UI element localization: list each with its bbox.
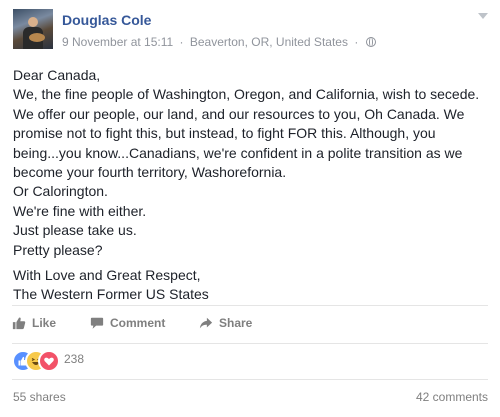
post-timestamp[interactable]: 9 November at 15:11: [62, 35, 173, 49]
meta-separator: ·: [354, 35, 359, 49]
meta-separator: ·: [179, 35, 184, 49]
post-body-line: Pretty please?: [13, 241, 103, 258]
avatar-figure-head: [28, 17, 38, 27]
post-body-line: Just please take us.: [13, 222, 137, 239]
heart-icon: [40, 352, 58, 370]
divider: [12, 379, 488, 380]
share-arrow-icon: [199, 317, 213, 329]
like-button[interactable]: Like: [12, 316, 56, 336]
post-body-line: Dear Canada,: [13, 67, 101, 83]
comments-count[interactable]: 42 comments: [416, 390, 488, 404]
avatar[interactable]: [13, 9, 53, 49]
post-location[interactable]: Beaverton, OR, United States: [190, 35, 348, 49]
avatar-guitar: [29, 33, 45, 42]
like-label: Like: [32, 316, 57, 330]
comment-bubble-icon: [90, 317, 104, 329]
facebook-post: Douglas Cole 9 November at 15:11 · Beave…: [0, 0, 500, 417]
love-reaction-icon: [38, 350, 60, 372]
post-body-line: Or Calorington.: [13, 183, 108, 200]
post-signoff-line: With Love and Great Respect,: [13, 267, 201, 284]
post-meta: 9 November at 15:11 · Beaverton, OR, Uni…: [62, 35, 376, 49]
comment-button[interactable]: Comment: [90, 316, 165, 336]
author-name[interactable]: Douglas Cole: [62, 12, 151, 28]
post-signoff-line: The Western Former US States: [13, 286, 209, 303]
share-label: Share: [219, 316, 253, 330]
post-body-line: We're fine with either.: [13, 202, 147, 219]
comment-label: Comment: [110, 316, 166, 330]
chevron-down-icon[interactable]: [478, 13, 488, 19]
divider: [12, 305, 488, 306]
shares-count[interactable]: 55 shares: [13, 390, 66, 404]
globe-icon[interactable]: [365, 37, 376, 47]
divider: [12, 343, 488, 344]
post-body-line: We, the fine people of Washington, Orego…: [13, 86, 480, 181]
thumbs-up-icon: [12, 317, 26, 330]
post-body: Dear Canada, We, the fine people of Wash…: [13, 66, 491, 305]
share-button[interactable]: Share: [199, 316, 252, 336]
reaction-count[interactable]: 238: [64, 352, 84, 366]
